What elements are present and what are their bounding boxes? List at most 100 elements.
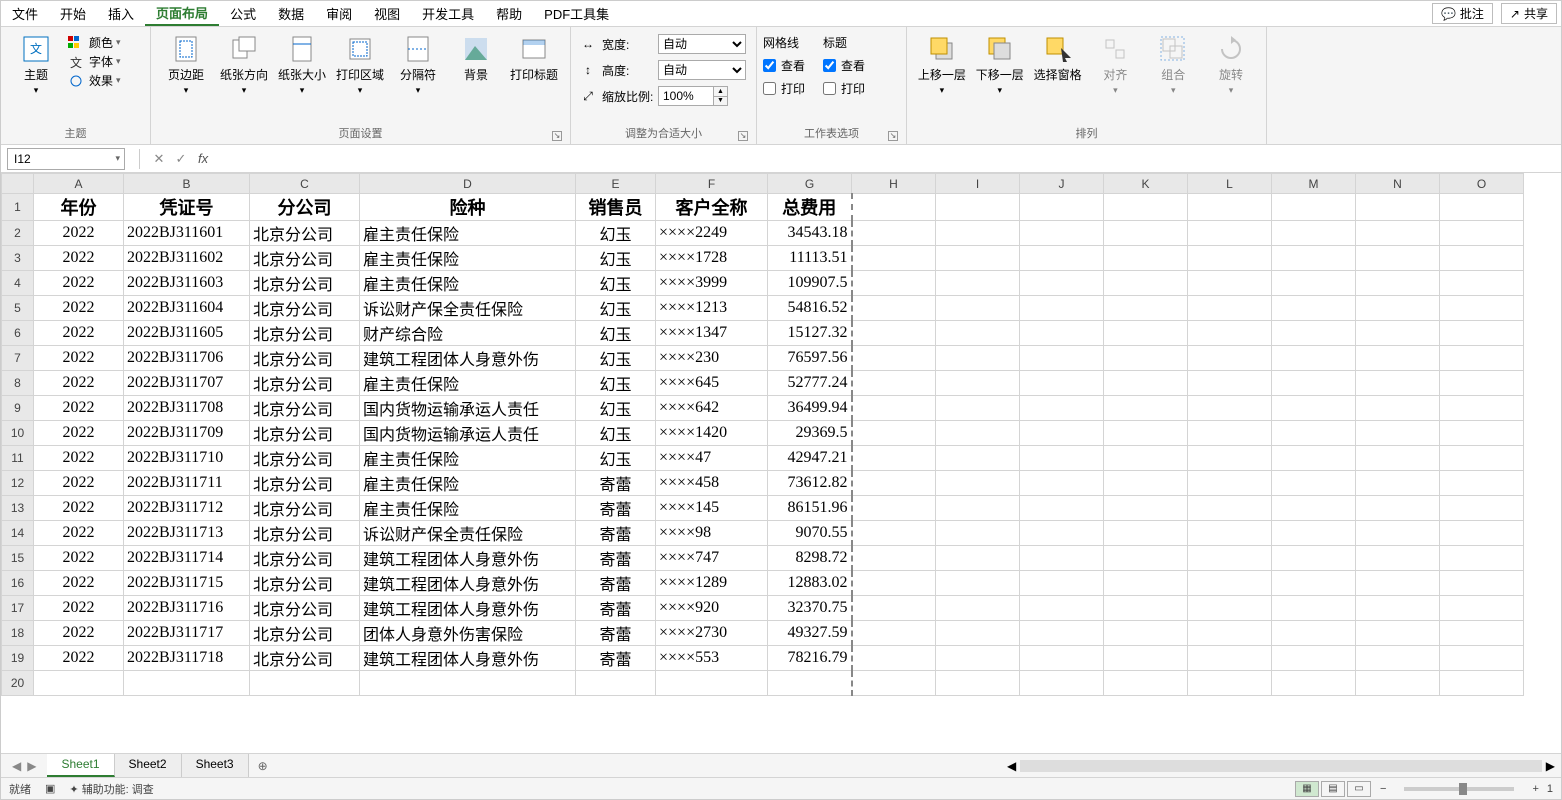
cell-B12[interactable]: 2022BJ311711 — [124, 471, 250, 496]
cell-K6[interactable] — [1104, 321, 1188, 346]
gridlines-print-checkbox[interactable]: 打印 — [763, 80, 805, 97]
select-all-corner[interactable] — [2, 174, 34, 194]
cell-A6[interactable]: 2022 — [34, 321, 124, 346]
cell-K10[interactable] — [1104, 421, 1188, 446]
cell-K14[interactable] — [1104, 521, 1188, 546]
cell-J9[interactable] — [1020, 396, 1104, 421]
cell-J12[interactable] — [1020, 471, 1104, 496]
cell-O17[interactable] — [1440, 596, 1524, 621]
cell-N16[interactable] — [1356, 571, 1440, 596]
cell-M10[interactable] — [1272, 421, 1356, 446]
status-record-icon[interactable]: ▣ — [45, 782, 55, 795]
cell-C6[interactable]: 北京分公司 — [250, 321, 360, 346]
cell-E16[interactable]: 寄蕾 — [576, 571, 656, 596]
cell-D20[interactable] — [360, 671, 576, 696]
cell-G19[interactable]: 78216.79 — [768, 646, 852, 671]
themes-button[interactable]: 文 主题▾ — [7, 31, 65, 99]
headings-print-checkbox[interactable]: 打印 — [823, 80, 865, 97]
view-page-layout-button[interactable]: ▤ — [1321, 781, 1345, 797]
col-header-E[interactable]: E — [576, 174, 656, 194]
row-header-15[interactable]: 15 — [2, 546, 34, 571]
spreadsheet-grid[interactable]: ABCDEFGHIJKLMNO1年份凭证号分公司险种销售员客户全称总费用2202… — [1, 173, 1561, 753]
cell-I11[interactable] — [936, 446, 1020, 471]
col-header-C[interactable]: C — [250, 174, 360, 194]
cell-M9[interactable] — [1272, 396, 1356, 421]
cell-A16[interactable]: 2022 — [34, 571, 124, 596]
row-header-5[interactable]: 5 — [2, 296, 34, 321]
cell-O13[interactable] — [1440, 496, 1524, 521]
cell-J7[interactable] — [1020, 346, 1104, 371]
cell-N9[interactable] — [1356, 396, 1440, 421]
cell-H19[interactable] — [852, 646, 936, 671]
cell-D18[interactable]: 团体人身意外伤害保险 — [360, 621, 576, 646]
menu-item-5[interactable]: 数据 — [267, 1, 315, 26]
cell-H13[interactable] — [852, 496, 936, 521]
cell-D5[interactable]: 诉讼财产保全责任保险 — [360, 296, 576, 321]
cell-A14[interactable]: 2022 — [34, 521, 124, 546]
cell-E12[interactable]: 寄蕾 — [576, 471, 656, 496]
cell-J18[interactable] — [1020, 621, 1104, 646]
cell-G13[interactable]: 86151.96 — [768, 496, 852, 521]
row-header-20[interactable]: 20 — [2, 671, 34, 696]
cell-A5[interactable]: 2022 — [34, 296, 124, 321]
cell-K1[interactable] — [1104, 194, 1188, 221]
cell-D4[interactable]: 雇主责任保险 — [360, 271, 576, 296]
cell-F1[interactable]: 客户全称 — [656, 194, 768, 221]
cell-N5[interactable] — [1356, 296, 1440, 321]
cell-C5[interactable]: 北京分公司 — [250, 296, 360, 321]
cell-H2[interactable] — [852, 221, 936, 246]
row-header-17[interactable]: 17 — [2, 596, 34, 621]
cell-F8[interactable]: ××××645 — [656, 371, 768, 396]
cell-B5[interactable]: 2022BJ311604 — [124, 296, 250, 321]
cell-H7[interactable] — [852, 346, 936, 371]
cell-O4[interactable] — [1440, 271, 1524, 296]
scale-dialog-launcher[interactable]: ↘ — [738, 131, 748, 141]
row-header-3[interactable]: 3 — [2, 246, 34, 271]
cell-N8[interactable] — [1356, 371, 1440, 396]
cell-E13[interactable]: 寄蕾 — [576, 496, 656, 521]
cell-M15[interactable] — [1272, 546, 1356, 571]
cell-N2[interactable] — [1356, 221, 1440, 246]
cell-L18[interactable] — [1188, 621, 1272, 646]
cell-J11[interactable] — [1020, 446, 1104, 471]
cell-L15[interactable] — [1188, 546, 1272, 571]
cell-H11[interactable] — [852, 446, 936, 471]
cell-E11[interactable]: 幻玉 — [576, 446, 656, 471]
zoom-in-button[interactable]: + — [1532, 783, 1538, 795]
col-header-B[interactable]: B — [124, 174, 250, 194]
cell-B9[interactable]: 2022BJ311708 — [124, 396, 250, 421]
cell-G3[interactable]: 11113.51 — [768, 246, 852, 271]
cell-H5[interactable] — [852, 296, 936, 321]
cell-C1[interactable]: 分公司 — [250, 194, 360, 221]
cell-J16[interactable] — [1020, 571, 1104, 596]
cell-M2[interactable] — [1272, 221, 1356, 246]
cell-O3[interactable] — [1440, 246, 1524, 271]
cell-N14[interactable] — [1356, 521, 1440, 546]
menu-item-3[interactable]: 页面布局 — [145, 1, 219, 26]
cell-H20[interactable] — [852, 671, 936, 696]
orientation-button[interactable]: 纸张方向▾ — [215, 31, 273, 99]
cell-F15[interactable]: ××××747 — [656, 546, 768, 571]
row-header-13[interactable]: 13 — [2, 496, 34, 521]
print-area-button[interactable]: 打印区域▾ — [331, 31, 389, 99]
cell-N17[interactable] — [1356, 596, 1440, 621]
col-header-H[interactable]: H — [852, 174, 936, 194]
cell-I17[interactable] — [936, 596, 1020, 621]
cell-L1[interactable] — [1188, 194, 1272, 221]
cell-A20[interactable] — [34, 671, 124, 696]
cell-L17[interactable] — [1188, 596, 1272, 621]
cell-J10[interactable] — [1020, 421, 1104, 446]
cell-A17[interactable]: 2022 — [34, 596, 124, 621]
cell-D14[interactable]: 诉讼财产保全责任保险 — [360, 521, 576, 546]
cell-K5[interactable] — [1104, 296, 1188, 321]
cell-D19[interactable]: 建筑工程团体人身意外伤 — [360, 646, 576, 671]
col-header-M[interactable]: M — [1272, 174, 1356, 194]
view-page-break-button[interactable]: ▭ — [1347, 781, 1371, 797]
cell-I20[interactable] — [936, 671, 1020, 696]
cell-M6[interactable] — [1272, 321, 1356, 346]
theme-colors-button[interactable]: 颜色▾ — [65, 33, 123, 52]
row-header-14[interactable]: 14 — [2, 521, 34, 546]
rotate-button[interactable]: 旋转▾ — [1202, 31, 1260, 99]
cell-E6[interactable]: 幻玉 — [576, 321, 656, 346]
cell-M18[interactable] — [1272, 621, 1356, 646]
